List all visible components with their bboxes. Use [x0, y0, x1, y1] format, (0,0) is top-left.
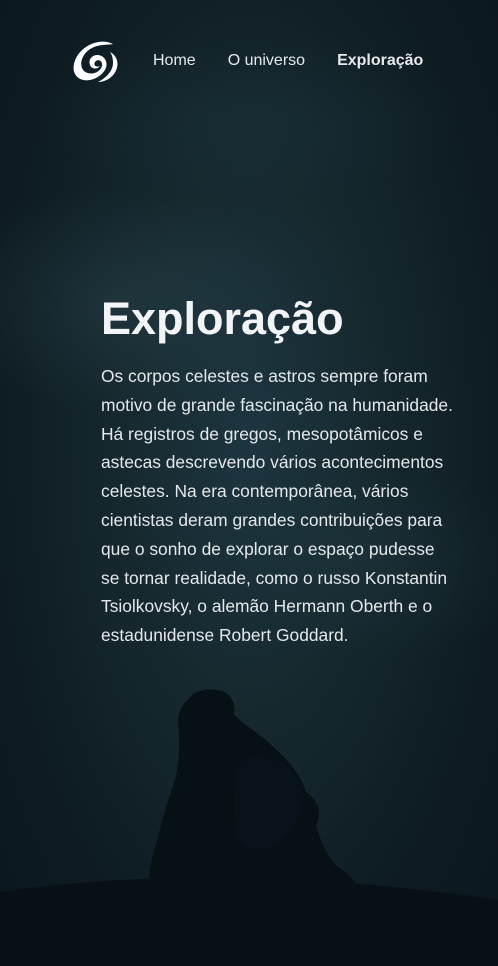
nav-universe-link[interactable]: O universo	[228, 52, 305, 70]
nav-home-link[interactable]: Home	[153, 52, 196, 70]
exploration-paragraph: Os corpos celestes e astros sempre foram…	[101, 366, 453, 646]
nav-exploration-link[interactable]: Exploração	[337, 52, 423, 70]
swirl-galaxy-icon[interactable]	[70, 38, 122, 84]
nav-links: Home O universo Exploração	[153, 52, 423, 70]
page: Home O universo Exploração Exploração Os…	[0, 0, 498, 966]
page-title: Exploração	[101, 293, 344, 344]
exploration-section: Exploração Os corpos celestes e astros s…	[101, 290, 453, 650]
main-navigation: Home O universo Exploração	[70, 38, 450, 84]
